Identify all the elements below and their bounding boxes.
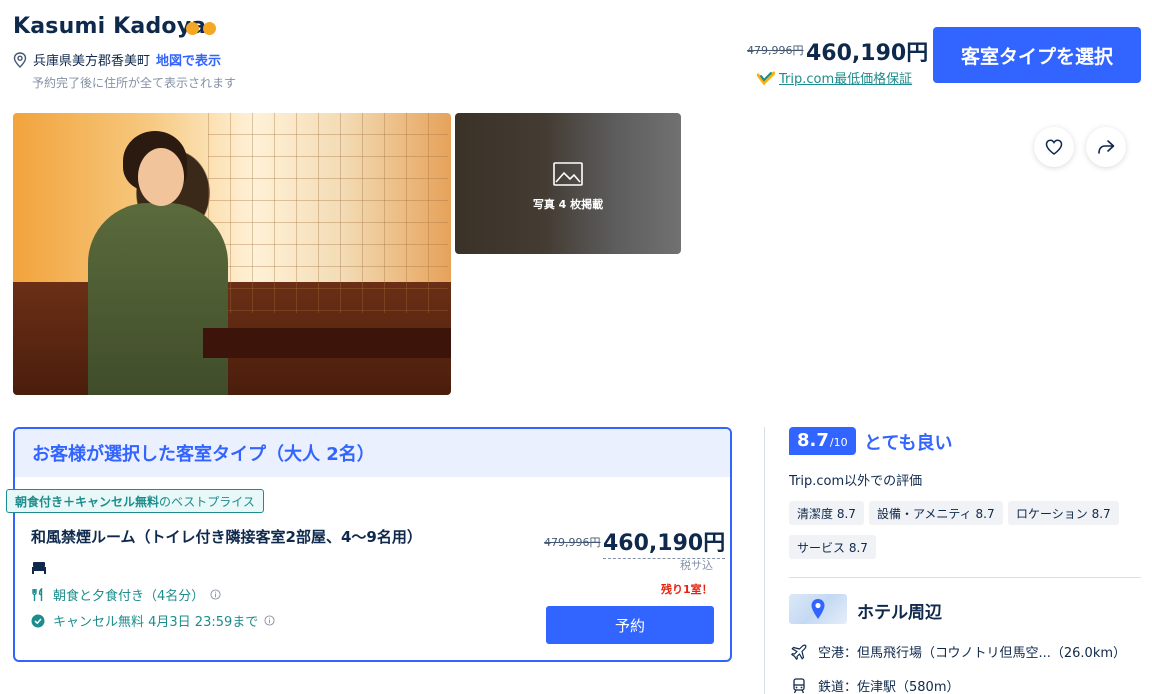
- room-card-title: お客様が選択した客室タイプ（大人 2名）: [15, 429, 730, 477]
- rating-chip-service: サービス 8.7: [789, 535, 876, 559]
- room-name[interactable]: 和風禁煙ルーム（トイレ付き隣接客室2部屋、4〜9名用）: [31, 526, 422, 547]
- photo-figure-kimono: [88, 203, 228, 395]
- review-source-note: Trip.com以外での評価: [789, 474, 923, 489]
- room-current-price[interactable]: 460,190円: [603, 525, 726, 559]
- favorite-button[interactable]: [1034, 127, 1074, 167]
- rating-chip-location: ロケーション 8.7: [1008, 501, 1119, 525]
- location-pin-icon: [13, 51, 27, 68]
- photo-table: [203, 328, 451, 358]
- more-photos-thumbnail[interactable]: 写真 4 枚掲載: [455, 113, 681, 254]
- tax-note: 税サ込: [680, 559, 713, 572]
- hotel-rating-dots: [186, 22, 216, 35]
- column-divider: [764, 427, 765, 694]
- price-guarantee[interactable]: Trip.com最低価格保証: [757, 68, 912, 87]
- book-button[interactable]: 予約: [546, 606, 714, 644]
- show-map-link[interactable]: 地図で表示: [156, 50, 221, 69]
- meal-row: 朝食と夕食付き（4名分）: [31, 585, 221, 604]
- heart-icon: [1045, 139, 1063, 155]
- map-pin-icon: [811, 599, 825, 619]
- cancel-row: キャンセル無料 4月3日 23:59まで: [31, 611, 275, 630]
- bed-icon: [32, 562, 46, 574]
- info-icon[interactable]: [210, 589, 221, 600]
- select-room-type-button[interactable]: 客室タイプを選択: [933, 27, 1141, 83]
- map-thumbnail[interactable]: [789, 594, 847, 624]
- image-icon: [553, 161, 583, 186]
- main-hotel-photo[interactable]: [13, 113, 451, 395]
- address-note: 予約完了後に住所が全て表示されます: [32, 76, 237, 90]
- nearby-train: 鉄道：佐津駅（580m）: [791, 676, 959, 694]
- guarantee-check-icon: [757, 71, 775, 85]
- best-tag-rest: のベストプライス: [159, 494, 255, 509]
- nearby-title: ホテル周辺: [857, 603, 942, 623]
- cancel-text: キャンセル無料 4月3日 23:59まで: [53, 615, 259, 630]
- address-row: 兵庫県美方郡香美町 地図で表示: [13, 50, 221, 69]
- rating-dot: [203, 22, 216, 35]
- rating-chip-amenities: 設備・アメニティ 8.7: [869, 501, 1003, 525]
- review-score-label[interactable]: とても良い: [864, 429, 953, 455]
- train-icon: [793, 677, 805, 693]
- nearby-train-text: 鉄道：佐津駅（580m）: [818, 680, 960, 694]
- plane-icon: [791, 644, 807, 660]
- check-circle-icon: [31, 614, 45, 627]
- review-score: 8.7: [797, 430, 829, 451]
- info-icon[interactable]: [264, 615, 275, 626]
- meal-text: 朝食と夕食付き（4名分）: [53, 589, 205, 604]
- nearby-airport-text: 空港：但馬飛行場（コウノトリ但馬空...（26.0km）: [818, 646, 1127, 661]
- photo-figure-face: [138, 148, 184, 206]
- cutlery-icon: [32, 587, 43, 601]
- original-price: 479,996円: [747, 44, 804, 57]
- best-tag-bold: 朝食付き＋キャンセル無料: [15, 494, 160, 509]
- review-score-max: /10: [829, 436, 848, 449]
- share-icon: [1098, 140, 1115, 154]
- shoji-window: [208, 113, 448, 313]
- best-price-tag: 朝食付き＋キャンセル無料 のベストプライス: [6, 489, 264, 513]
- room-original-price: 479,996円: [544, 536, 601, 549]
- current-price: 460,190円: [806, 41, 929, 66]
- rooms-remaining: 残り1室！: [661, 583, 713, 596]
- photo-count-label: 写真 4 枚掲載: [532, 197, 604, 211]
- photo-overlay: 写真 4 枚掲載: [455, 113, 681, 254]
- hotel-name: Kasumi Kadoya: [13, 14, 207, 39]
- rating-chip-cleanliness: 清潔度 8.7: [789, 501, 864, 525]
- address-text: 兵庫県美方郡香美町: [33, 54, 151, 69]
- nearby-airport: 空港：但馬飛行場（コウノトリ但馬空...（26.0km）: [791, 642, 1126, 661]
- section-divider: [789, 577, 1141, 578]
- rating-dot: [186, 22, 199, 35]
- share-button[interactable]: [1086, 127, 1126, 167]
- review-score-badge[interactable]: 8.7 /10: [789, 427, 856, 455]
- price-guarantee-link[interactable]: Trip.com最低価格保証: [779, 68, 912, 87]
